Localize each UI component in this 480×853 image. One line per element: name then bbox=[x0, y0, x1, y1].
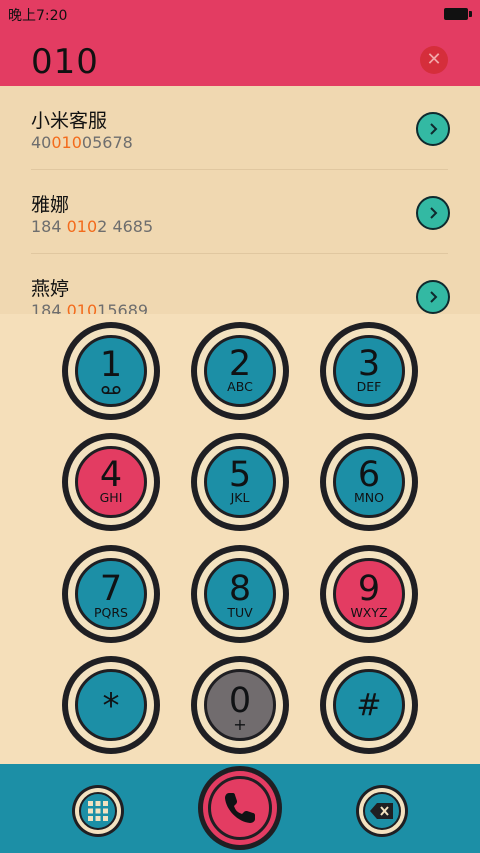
match-highlight: 010 bbox=[51, 133, 82, 152]
chevron-right-icon bbox=[430, 123, 438, 135]
status-time: 晚上7:20 bbox=[8, 8, 68, 24]
phone-icon bbox=[225, 793, 255, 823]
backspace-icon bbox=[370, 803, 393, 819]
contact-number: 4001005678 bbox=[31, 133, 133, 152]
battery-icon bbox=[444, 8, 472, 20]
key-1[interactable]: 1 bbox=[62, 322, 160, 420]
contact-number: 184 01015689 bbox=[31, 301, 148, 314]
contact-name: 燕婷 bbox=[31, 278, 70, 300]
contact-number: 184 0102 4685 bbox=[31, 217, 154, 236]
key-2[interactable]: 2 ABC bbox=[191, 322, 289, 420]
contact-name: 雅娜 bbox=[31, 194, 70, 216]
status-bar: 晚上7:20 bbox=[0, 0, 480, 26]
backspace-button[interactable] bbox=[356, 785, 408, 837]
dialed-number: 010 bbox=[31, 42, 99, 82]
key-6[interactable]: 6 MNO bbox=[320, 433, 418, 531]
key-3[interactable]: 3 DEF bbox=[320, 322, 418, 420]
keypad-toggle-button[interactable] bbox=[72, 785, 124, 837]
contact-detail-button[interactable] bbox=[416, 280, 450, 314]
key-8[interactable]: 8 TUV bbox=[191, 545, 289, 643]
key-7[interactable]: 7 PQRS bbox=[62, 545, 160, 643]
call-button[interactable] bbox=[198, 766, 282, 850]
match-highlight: 010 bbox=[66, 217, 98, 236]
key-9[interactable]: 9 WXYZ bbox=[320, 545, 418, 643]
key-star[interactable]: * bbox=[62, 656, 160, 754]
list-item[interactable]: 燕婷 184 01015689 bbox=[0, 254, 480, 314]
close-icon: ✕ bbox=[426, 49, 442, 70]
voicemail-icon bbox=[101, 385, 121, 395]
contact-detail-button[interactable] bbox=[416, 112, 450, 146]
key-hash[interactable]: # bbox=[320, 656, 418, 754]
key-4[interactable]: 4 GHI bbox=[62, 433, 160, 531]
chevron-right-icon bbox=[430, 291, 438, 303]
key-5[interactable]: 5 JKL bbox=[191, 433, 289, 531]
keypad-icon bbox=[88, 801, 108, 821]
match-highlight: 010 bbox=[66, 301, 98, 314]
contact-detail-button[interactable] bbox=[416, 196, 450, 230]
clear-button[interactable]: ✕ bbox=[420, 46, 448, 74]
list-item[interactable]: 雅娜 184 0102 4685 bbox=[0, 170, 480, 254]
chevron-right-icon bbox=[430, 207, 438, 219]
key-0[interactable]: 0 + bbox=[191, 656, 289, 754]
contact-name: 小米客服 bbox=[31, 110, 108, 132]
list-item[interactable]: 小米客服 4001005678 bbox=[0, 86, 480, 170]
header: 晚上7:20 010 ✕ bbox=[0, 0, 480, 86]
contact-results: 小米客服 4001005678 雅娜 184 0102 4685 燕婷 184 … bbox=[0, 86, 480, 314]
